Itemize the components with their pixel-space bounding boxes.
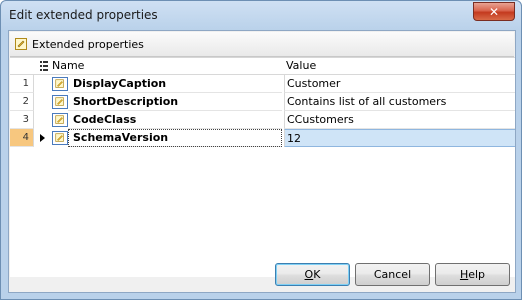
help-label: elp [468, 268, 486, 281]
row-indicator [36, 75, 50, 93]
dialog-window: Edit extended properties ✕ Extended prop… [0, 0, 522, 300]
current-row-arrow-icon [40, 134, 45, 142]
table-row[interactable]: 3 CodeClass CCustomers [10, 111, 515, 129]
dialog-body: Extended properties Name Value 1 Display… [8, 30, 516, 293]
property-name-cell[interactable]: ShortDescription [68, 93, 282, 111]
table-row[interactable]: 1 DisplayCaption Customer [10, 75, 515, 93]
property-name-cell[interactable]: DisplayCaption [68, 75, 282, 93]
cancel-button[interactable]: Cancel [355, 263, 430, 286]
ok-label: K [313, 268, 321, 281]
row-number: 4 [10, 129, 34, 147]
property-name-cell[interactable]: CodeClass [68, 111, 282, 129]
column-header-name[interactable]: Name [52, 58, 84, 74]
property-value-cell[interactable]: 12 [284, 129, 515, 147]
row-indicator [36, 93, 50, 111]
row-number: 3 [10, 111, 34, 129]
title-bar[interactable]: Edit extended properties ✕ [1, 1, 521, 29]
help-accel: H [459, 268, 469, 281]
property-value-cell[interactable]: CCustomers [284, 111, 515, 129]
row-indicator [36, 111, 50, 129]
table-row[interactable]: 2 ShortDescription Contains list of all … [10, 93, 515, 111]
property-icon [52, 113, 68, 127]
property-icon [52, 77, 68, 91]
ok-button[interactable]: OK [275, 263, 350, 286]
column-chooser-icon[interactable] [40, 61, 48, 71]
ok-accel: O [304, 268, 314, 281]
table-row-selected[interactable]: 4 SchemaVersion 12 [10, 129, 515, 147]
property-icon [52, 131, 68, 145]
window-title: Edit extended properties [9, 8, 158, 22]
help-button[interactable]: Help [435, 263, 510, 286]
property-value-cell[interactable]: Contains list of all customers [284, 93, 515, 111]
column-header-value[interactable]: Value [286, 58, 316, 74]
close-icon: ✕ [488, 4, 500, 19]
section-header: Extended properties [10, 32, 514, 57]
row-number: 2 [10, 93, 34, 111]
cancel-label: Cancel [373, 268, 412, 281]
property-icon [15, 38, 27, 50]
close-button[interactable]: ✕ [473, 2, 515, 21]
property-icon [52, 95, 68, 109]
property-name-cell[interactable]: SchemaVersion [68, 129, 282, 147]
properties-grid[interactable]: Name Value 1 DisplayCaption Customer 2 S… [10, 57, 515, 277]
row-number: 1 [10, 75, 34, 93]
grid-header: Name Value [10, 58, 515, 75]
property-value-cell[interactable]: Customer [284, 75, 515, 93]
section-title: Extended properties [32, 38, 144, 51]
